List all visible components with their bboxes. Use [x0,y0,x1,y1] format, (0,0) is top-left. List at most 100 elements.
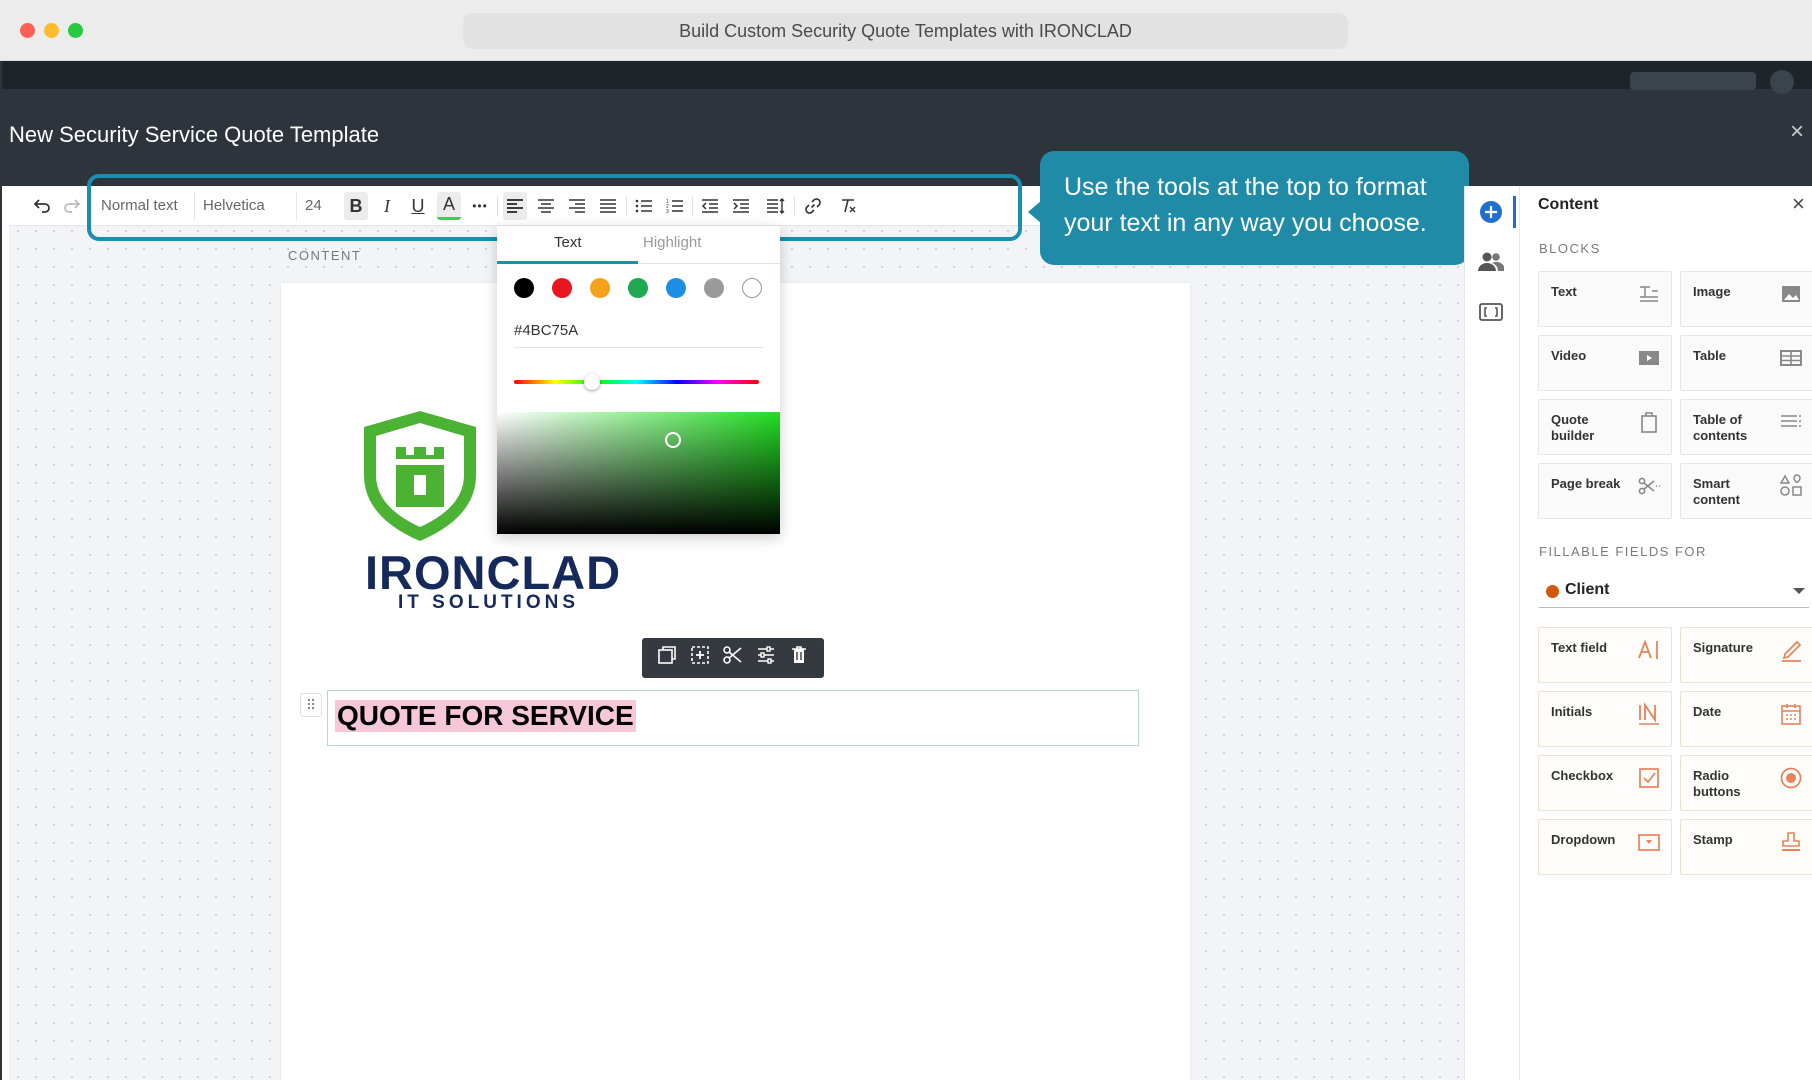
trash-icon[interactable] [788,644,810,672]
initials-icon [1637,702,1661,726]
chevron-down-icon [1793,588,1805,594]
quote-builder-icon [1637,410,1661,434]
guide-tooltip: Use the tools at the top to format your … [1040,151,1469,265]
tile-label: Table of contents [1693,412,1748,443]
tab-highlight[interactable]: Highlight [643,234,701,251]
blocks-section-label: BLOCKS [1539,241,1601,256]
redo-icon[interactable] [59,192,85,220]
calendar-icon [1779,702,1803,726]
block-table-of-contents[interactable]: Table of contents [1680,399,1812,455]
tile-label: Table [1693,348,1726,363]
tile-label: Dropdown [1551,832,1616,847]
tile-label: Text field [1551,640,1608,655]
block-text[interactable]: Text [1538,271,1672,327]
tile-label: Smart content [1693,476,1740,507]
swatch-black[interactable] [514,278,534,298]
profile-avatar[interactable] [1770,70,1794,94]
block-table[interactable]: Table [1680,335,1812,391]
fillable-fields-label: FILLABLE FIELDS FOR [1539,544,1707,559]
block-toolbar [642,638,824,678]
color-picker-tabs: Text Highlight [497,226,780,264]
swatch-white[interactable] [742,278,762,298]
saturation-value-area[interactable] [497,412,780,534]
content-label: CONTENT [288,248,362,263]
help-button[interactable] [1630,72,1756,90]
modal-title: New Security Service Quote Template [9,122,380,147]
drag-handle-icon[interactable]: ⠿ [300,693,322,717]
field-stamp[interactable]: Stamp [1680,819,1812,875]
signature-icon [1779,638,1803,662]
panel-close-icon[interactable]: × [1792,193,1805,215]
tile-label: Text [1551,284,1577,299]
settings-sliders-icon[interactable] [755,644,777,672]
swatch-green[interactable] [628,278,648,298]
swatch-red[interactable] [552,278,572,298]
swatch-gray[interactable] [704,278,724,298]
checkbox-icon [1637,766,1661,790]
undo-icon[interactable] [29,192,55,220]
text-icon [1637,282,1661,306]
tile-label: Radio buttons [1693,768,1741,799]
block-video[interactable]: Video [1538,335,1672,391]
role-color-dot [1546,585,1559,598]
role-dropdown[interactable]: Client [1539,576,1809,608]
address-bar[interactable]: Build Custom Security Quote Templates wi… [463,13,1348,49]
tile-label: Initials [1551,704,1593,719]
hue-slider-handle[interactable] [584,374,600,390]
role-selected-value: Client [1565,581,1610,598]
browser-titlebar: Build Custom Security Quote Templates wi… [0,0,1812,61]
rail-active-indicator [1513,196,1516,228]
stamp-icon [1779,830,1803,854]
field-date[interactable]: Date [1680,691,1812,747]
block-quote-builder[interactable]: Quote builder [1538,399,1672,455]
color-selector-handle[interactable] [665,432,681,448]
add-block-icon[interactable] [689,644,711,672]
smart-content-icon [1779,474,1803,498]
scissors-icon[interactable] [722,644,744,672]
tile-label: Checkbox [1551,768,1614,783]
table-icon [1779,346,1803,370]
tile-label: Stamp [1693,832,1733,847]
dropdown-icon [1637,830,1661,854]
tile-label: Date [1693,704,1722,719]
logo-subtitle: IT SOLUTIONS [398,592,579,613]
field-dropdown[interactable]: Dropdown [1538,819,1672,875]
add-content-icon[interactable] [1477,198,1505,226]
tile-label: Image [1693,284,1731,299]
quote-heading[interactable]: QUOTE FOR SERVICE [335,700,636,732]
table-of-contents-icon [1779,410,1803,434]
hex-input[interactable]: #4BC75A [514,322,763,348]
close-window-button[interactable] [20,23,35,38]
tile-label: Quote builder [1551,412,1595,443]
field-initials[interactable]: Initials [1538,691,1672,747]
field-checkbox[interactable]: Checkbox [1538,755,1672,811]
active-tab-indicator [497,261,638,264]
tile-label: Signature [1693,640,1753,655]
swatch-orange[interactable] [590,278,610,298]
block-smart-content[interactable]: Smart content [1680,463,1812,519]
minimize-window-button[interactable] [44,23,59,38]
video-icon [1637,346,1661,370]
scissors-icon [1637,474,1661,498]
text-field-icon [1637,638,1661,662]
modal-close-icon[interactable]: × [1790,120,1804,144]
image-icon [1779,282,1803,306]
panel-title: Content [1538,196,1599,213]
shield-logo-icon [360,405,510,550]
field-signature[interactable]: Signature [1680,627,1812,683]
block-image[interactable]: Image [1680,271,1812,327]
block-page-break[interactable]: Page break [1538,463,1672,519]
variables-icon[interactable] [1477,298,1505,326]
window-edge [0,61,2,1080]
hue-slider[interactable] [514,380,759,384]
field-radio-buttons[interactable]: Radio buttons [1680,755,1812,811]
duplicate-icon[interactable] [656,644,678,672]
tab-text[interactable]: Text [554,234,582,251]
app-topbar [2,61,1812,89]
users-icon[interactable] [1477,248,1505,276]
swatch-blue[interactable] [666,278,686,298]
maximize-window-button[interactable] [68,23,83,38]
color-picker-popover: Text Highlight #4BC75A [497,226,780,534]
field-text-field[interactable]: Text field [1538,627,1672,683]
tile-label: Page break [1551,476,1621,491]
